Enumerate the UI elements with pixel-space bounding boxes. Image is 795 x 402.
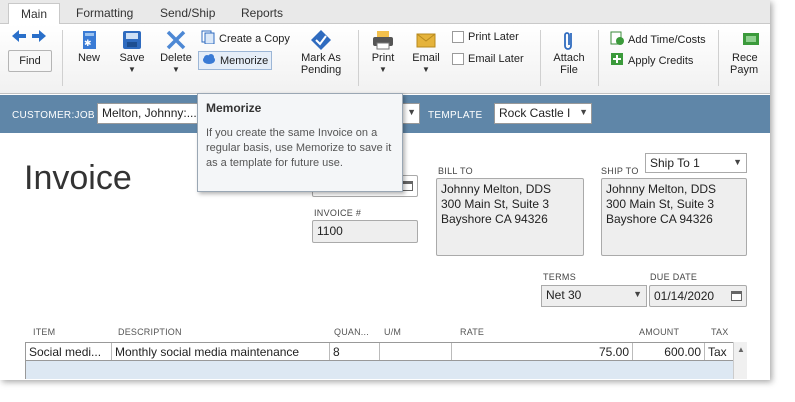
add-time-costs-button[interactable]: Add Time/Costs bbox=[610, 31, 706, 48]
chevron-down-icon: ▼ bbox=[128, 65, 136, 74]
create-copy-button[interactable]: Create a Copy bbox=[201, 30, 290, 47]
svg-text:✱: ✱ bbox=[84, 39, 92, 49]
column-header-item[interactable]: ITEM bbox=[33, 327, 55, 337]
tab-send-ship[interactable]: Send/Ship bbox=[148, 3, 227, 24]
calendar-icon[interactable] bbox=[402, 180, 413, 195]
chevron-down-icon: ▼ bbox=[422, 65, 430, 74]
cell-rate[interactable]: 75.00 bbox=[452, 343, 633, 360]
terms-select[interactable]: Net 30 ▼ bbox=[541, 285, 647, 307]
checkbox-icon bbox=[452, 31, 464, 43]
email-later-checkbox[interactable]: Email Later bbox=[452, 53, 524, 65]
cell-quantity[interactable]: 8 bbox=[330, 343, 380, 360]
invoice-window: Main Formatting Send/Ship Reports Find ✱… bbox=[0, 0, 770, 380]
tooltip-body: If you create the same Invoice on a regu… bbox=[206, 127, 392, 169]
separator bbox=[718, 30, 719, 86]
separator bbox=[540, 30, 541, 86]
new-document-icon: ✱ bbox=[78, 30, 100, 50]
memorize-button[interactable]: Memorize bbox=[198, 51, 273, 70]
ribbon-toolbar: Find ✱ New Save ▼ Delete ▼ Create a Copy… bbox=[0, 24, 770, 94]
delete-button[interactable]: Delete ▼ bbox=[158, 30, 194, 74]
tab-main[interactable]: Main bbox=[8, 3, 61, 24]
scroll-up-icon[interactable]: ▲ bbox=[737, 345, 745, 354]
cell-description[interactable]: Monthly social media maintenance bbox=[112, 343, 330, 360]
save-button[interactable]: Save ▼ bbox=[116, 30, 148, 74]
due-date-field[interactable]: 01/14/2020 bbox=[649, 285, 747, 307]
apply-credits-icon bbox=[610, 52, 624, 69]
separator bbox=[598, 30, 599, 86]
cell-amount[interactable]: 600.00 bbox=[633, 343, 705, 360]
column-header-rate[interactable]: RATE bbox=[460, 327, 484, 337]
table-scrollbar[interactable]: ▲ bbox=[733, 342, 747, 379]
chevron-down-icon: ▼ bbox=[733, 157, 742, 167]
previous-arrow-icon[interactable] bbox=[12, 30, 26, 45]
bill-to-label: BILL TO bbox=[438, 166, 473, 176]
cell-um[interactable] bbox=[380, 343, 452, 360]
tab-formatting[interactable]: Formatting bbox=[64, 3, 145, 24]
ship-to-select[interactable]: Ship To 1 ▼ bbox=[645, 153, 747, 173]
customer-job-label: CUSTOMER:JOB bbox=[12, 110, 95, 121]
column-header-amount[interactable]: AMOUNT bbox=[639, 327, 679, 337]
cell-tax[interactable]: Tax bbox=[705, 343, 733, 360]
calendar-icon[interactable] bbox=[731, 290, 742, 305]
memorize-tooltip: Memorize If you create the same Invoice … bbox=[197, 93, 403, 192]
ribbon-tabs: Main Formatting Send/Ship Reports bbox=[0, 0, 770, 24]
checkbox-icon bbox=[452, 53, 464, 65]
chevron-down-icon: ▼ bbox=[379, 65, 387, 74]
column-header-um[interactable]: U/M bbox=[384, 327, 401, 337]
class-select[interactable]: ▼ bbox=[400, 103, 420, 124]
bill-to-address[interactable]: Johnny Melton, DDS 300 Main St, Suite 3 … bbox=[436, 178, 584, 256]
line-items-header: ITEM DESCRIPTION QUAN... U/M RATE AMOUNT… bbox=[28, 325, 748, 341]
find-button[interactable]: Find bbox=[8, 50, 52, 72]
paperclip-icon bbox=[558, 30, 580, 50]
column-header-tax[interactable]: TAX bbox=[711, 327, 728, 337]
tooltip-title: Memorize bbox=[206, 101, 262, 115]
delete-x-icon bbox=[165, 30, 187, 50]
due-date-label: DUE DATE bbox=[650, 272, 698, 282]
customer-job-select[interactable]: Melton, Johnny:... bbox=[97, 103, 203, 124]
print-button[interactable]: Print ▼ bbox=[368, 30, 398, 74]
chevron-down-icon: ▼ bbox=[172, 65, 180, 74]
separator bbox=[62, 30, 63, 86]
chevron-down-icon: ▼ bbox=[633, 289, 642, 299]
envelope-icon bbox=[415, 30, 437, 50]
receive-payments-button[interactable]: Rece Paym bbox=[728, 30, 770, 76]
separator bbox=[358, 30, 359, 86]
terms-label: TERMS bbox=[543, 272, 576, 282]
cell-item[interactable]: Social medi... bbox=[26, 343, 112, 360]
attach-file-button[interactable]: Attach File bbox=[549, 30, 589, 76]
tab-reports[interactable]: Reports bbox=[229, 3, 295, 24]
template-select[interactable]: Rock Castle I ▼ bbox=[494, 103, 592, 124]
new-button[interactable]: ✱ New bbox=[74, 30, 104, 64]
page-title: Invoice bbox=[24, 159, 132, 197]
receive-payment-icon bbox=[740, 30, 762, 50]
email-button[interactable]: Email ▼ bbox=[410, 30, 442, 74]
ship-to-address[interactable]: Johnny Melton, DDS 300 Main St, Suite 3 … bbox=[601, 178, 747, 256]
invoice-number-field[interactable]: 1100 bbox=[312, 220, 418, 243]
table-row-empty[interactable] bbox=[25, 361, 747, 379]
checkmark-badge-icon bbox=[310, 30, 332, 50]
table-row[interactable]: Social medi... Monthly social media main… bbox=[25, 342, 747, 361]
memorize-cloud-icon bbox=[202, 53, 216, 68]
mark-as-pending-button[interactable]: Mark As Pending bbox=[297, 30, 345, 76]
ship-to-label: SHIP TO bbox=[601, 166, 639, 176]
printer-icon bbox=[372, 30, 394, 50]
chevron-down-icon: ▼ bbox=[407, 107, 416, 117]
invoice-number-label: INVOICE # bbox=[314, 208, 362, 218]
save-disk-icon bbox=[121, 30, 143, 50]
apply-credits-button[interactable]: Apply Credits bbox=[610, 52, 693, 69]
template-label: TEMPLATE bbox=[428, 110, 483, 121]
add-time-costs-icon bbox=[610, 31, 624, 48]
copy-document-icon bbox=[201, 30, 215, 47]
print-later-checkbox[interactable]: Print Later bbox=[452, 31, 519, 43]
next-arrow-icon[interactable] bbox=[32, 30, 46, 45]
chevron-down-icon: ▼ bbox=[579, 107, 588, 117]
column-header-quantity[interactable]: QUAN... bbox=[334, 327, 369, 337]
column-header-description[interactable]: DESCRIPTION bbox=[118, 327, 182, 337]
